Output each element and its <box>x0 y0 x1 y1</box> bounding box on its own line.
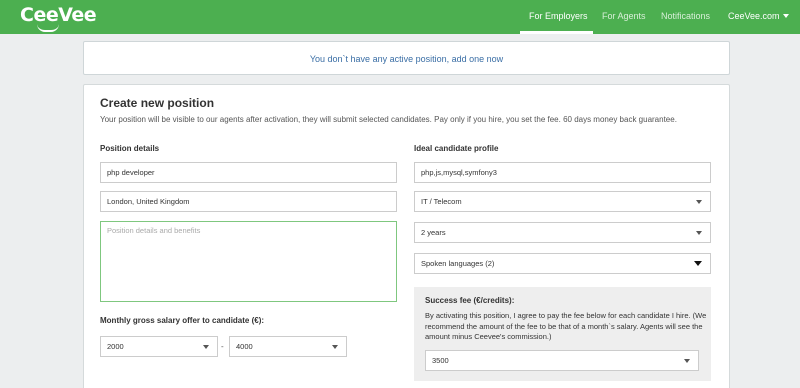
salary-label: Monthly gross salary offer to candidate … <box>100 316 265 325</box>
salary-to-select[interactable]: 4000 <box>229 336 347 357</box>
industry-value: IT / Telecom <box>421 197 462 206</box>
chevron-down-icon <box>696 200 702 204</box>
chevron-down-icon <box>696 231 702 235</box>
nav-for-employers[interactable]: For Employers <box>529 11 588 21</box>
position-description-textarea[interactable]: Position details and benefits <box>100 221 397 302</box>
salary-from-value: 2000 <box>107 342 124 351</box>
spoken-languages-value: Spoken languages (2) <box>421 259 495 268</box>
nav-account-menu[interactable]: CeeVee.com <box>728 11 780 21</box>
success-fee-value: 3500 <box>432 356 449 365</box>
experience-value: 2 years <box>421 228 446 237</box>
position-title-input[interactable]: php developer <box>100 162 397 183</box>
industry-select[interactable]: IT / Telecom <box>414 191 711 212</box>
success-fee-select[interactable]: 3500 <box>425 350 699 371</box>
nav-for-agents[interactable]: For Agents <box>602 11 646 21</box>
chevron-down-icon <box>203 345 209 349</box>
salary-to-value: 4000 <box>236 342 253 351</box>
caret-down-icon <box>694 261 702 266</box>
salary-from-select[interactable]: 2000 <box>100 336 218 357</box>
success-fee-description: By activating this position, I agree to … <box>425 311 707 341</box>
spoken-languages-select[interactable]: Spoken languages (2) <box>414 253 711 274</box>
experience-select[interactable]: 2 years <box>414 222 711 243</box>
success-fee-title: Success fee (€/credits): <box>425 296 515 305</box>
top-navbar: CeeVee For Employers For Agents Notifica… <box>0 0 800 34</box>
chevron-down-icon <box>684 359 690 363</box>
nav-active-indicator <box>520 31 593 34</box>
chevron-down-icon[interactable] <box>783 14 789 18</box>
add-position-link[interactable]: You don`t have any active position, add … <box>84 54 729 64</box>
position-details-label: Position details <box>100 144 160 153</box>
location-input[interactable]: London, United Kingdom <box>100 191 397 212</box>
nav-notifications[interactable]: Notifications <box>661 11 710 21</box>
skills-input[interactable]: php,js,mysql,symfony3 <box>414 162 711 183</box>
logo-smile-icon <box>37 24 59 32</box>
logo-text: CeeVee <box>20 4 97 26</box>
page-subtitle: Your position will be visible to our age… <box>100 115 677 124</box>
ceevee-logo[interactable]: CeeVee <box>20 4 97 32</box>
salary-range-separator: - <box>221 342 224 351</box>
page-title: Create new position <box>100 96 215 110</box>
no-active-position-notice: You don`t have any active position, add … <box>83 41 730 75</box>
ideal-candidate-label: Ideal candidate profile <box>414 144 499 153</box>
chevron-down-icon <box>332 345 338 349</box>
